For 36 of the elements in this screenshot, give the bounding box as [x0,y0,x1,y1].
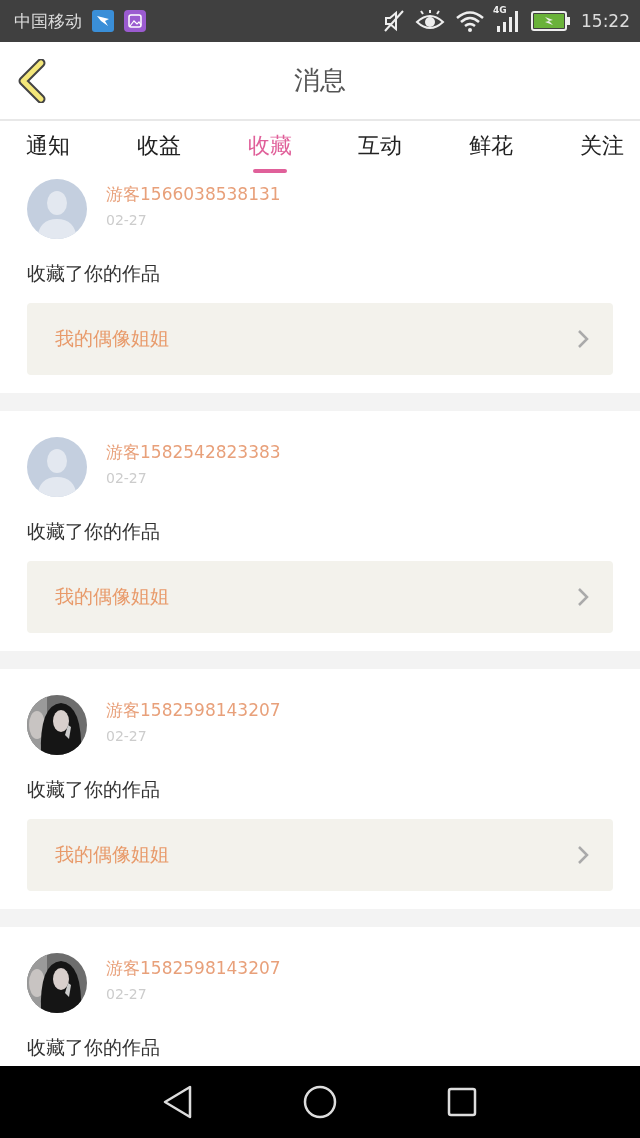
home-button[interactable] [303,1085,337,1119]
wifi-icon [455,10,485,32]
eye-icon [415,10,445,32]
user-name: 游客1582598143207 [106,957,281,980]
clock-time: 15:22 [581,11,630,31]
tab[interactable]: 收益 [130,121,187,177]
chevron-right-icon [577,845,589,865]
message-text: 收藏了你的作品 [27,1035,161,1060]
tab[interactable]: 互动 [352,121,409,177]
chevron-right-icon [577,329,589,349]
avatar-icon [27,179,87,239]
gallery-icon [124,10,146,32]
message-text: 收藏了你的作品 [27,777,161,802]
mute-icon [383,9,405,33]
message-text: 收藏了你的作品 [27,519,161,544]
user-name: 游客1582542823383 [106,441,281,464]
square-recents-icon [447,1087,477,1117]
tab[interactable]: 关注 [574,121,630,177]
battery-icon [531,11,571,31]
message-text: 收藏了你的作品 [27,261,161,286]
tab[interactable]: 通知 [20,121,76,177]
tab[interactable]: 鲜花 [463,121,520,177]
circle-home-icon [303,1085,337,1119]
triangle-back-icon [163,1085,193,1119]
carrier-name: 中国移动 [14,9,82,33]
recents-button[interactable] [447,1087,477,1117]
user-name: 游客1582598143207 [106,699,281,722]
back-icon [17,58,47,103]
app-icon [92,10,114,32]
user-name: 游客1566038538131 [106,183,281,206]
avatar-icon [27,437,87,497]
chevron-right-icon [577,587,589,607]
back-button[interactable] [17,58,47,103]
network-type: 4G [493,5,507,15]
back-nav-button[interactable] [163,1085,193,1119]
page-title: 消息 [294,64,346,97]
